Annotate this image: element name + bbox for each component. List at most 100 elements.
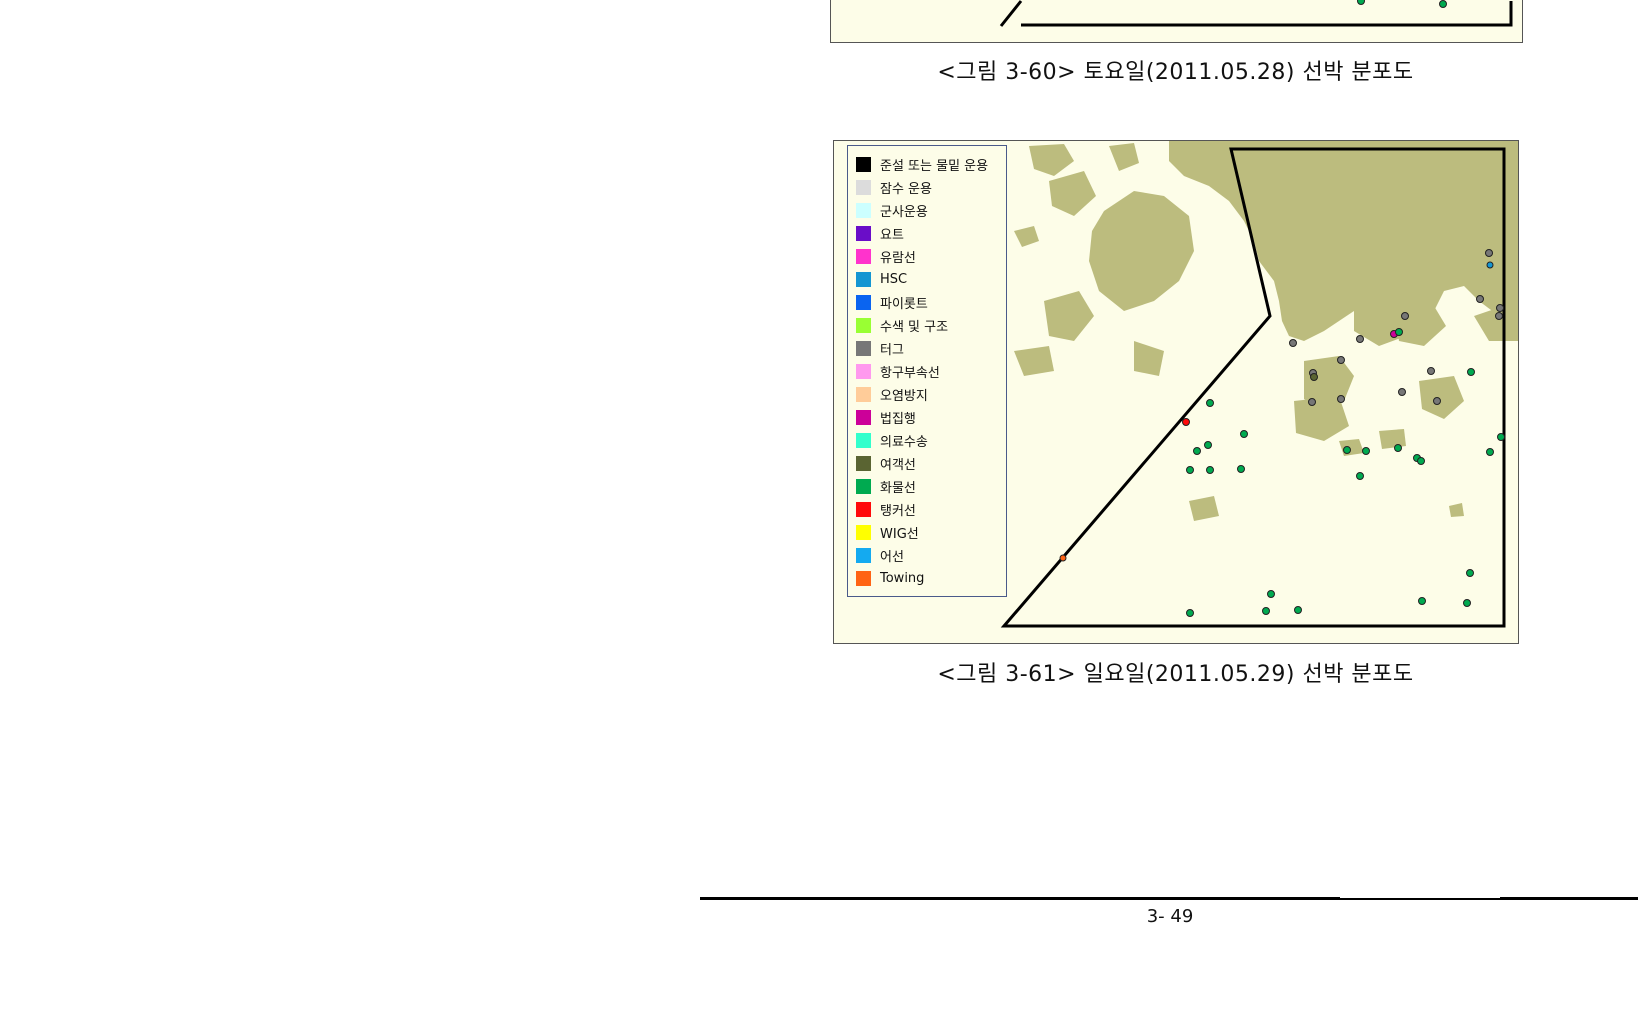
land-islet bbox=[1029, 144, 1074, 176]
land-islet bbox=[1339, 439, 1364, 456]
legend-item: 화물선 bbox=[848, 475, 1006, 498]
vessel-marker-cargo bbox=[1394, 444, 1402, 452]
vessel-marker-cargo bbox=[1262, 607, 1270, 615]
legend-swatch bbox=[856, 180, 871, 195]
legend-swatch bbox=[856, 157, 871, 172]
legend-item: 의료수송 bbox=[848, 429, 1006, 452]
vessel-marker-tug bbox=[1356, 335, 1364, 343]
vessel-marker-tug bbox=[1496, 304, 1504, 312]
land-islet bbox=[1014, 346, 1054, 376]
map-legend: 준설 또는 물밑 운용 잠수 운용 군사운용 요트 유람선 HSC 파이롯트 수색 및 구조 터… bbox=[847, 145, 1007, 597]
legend-item: 탱커선 bbox=[848, 498, 1006, 521]
legend-label: 요트 bbox=[880, 228, 904, 243]
legend-item: 터그 bbox=[848, 337, 1006, 360]
vessel-marker-cargo bbox=[1193, 447, 1201, 455]
vessel-marker-cargo bbox=[1343, 446, 1351, 454]
vessel-marker-cargo bbox=[1497, 433, 1505, 441]
land-islet bbox=[1049, 171, 1096, 216]
legend-label: 군사운용 bbox=[880, 205, 928, 220]
legend-swatch bbox=[856, 502, 871, 517]
vessel-marker-cargo bbox=[1417, 457, 1425, 465]
figure-caption-3-60: <그림 3-60> 토요일(2011.05.28) 선박 분포도 bbox=[937, 60, 1414, 85]
page-number: 3- 49 bbox=[1146, 906, 1194, 927]
legend-item: Towing bbox=[848, 567, 1006, 590]
legend-label: 파이롯트 bbox=[880, 297, 928, 312]
legend-label: 항구부속선 bbox=[880, 366, 940, 381]
vessel-marker-towing bbox=[1059, 554, 1067, 562]
land-east-island bbox=[1419, 376, 1464, 419]
legend-item: WIG선 bbox=[848, 521, 1006, 544]
map-3-60-canvas bbox=[999, 0, 1513, 27]
legend-item: 요트 bbox=[848, 222, 1006, 245]
vessel-marker-cargo bbox=[1463, 599, 1471, 607]
map-figure-3-61: 준설 또는 물밑 운용 잠수 운용 군사운용 요트 유람선 HSC 파이롯트 수색 및 구조 터… bbox=[833, 140, 1519, 644]
vessel-marker-cargo bbox=[1294, 606, 1302, 614]
legend-swatch bbox=[856, 548, 871, 563]
legend-swatch bbox=[856, 410, 871, 425]
legend-label: 화물선 bbox=[880, 481, 916, 496]
legend-swatch bbox=[856, 433, 871, 448]
land-central-island bbox=[1394, 306, 1446, 346]
legend-swatch bbox=[856, 295, 871, 310]
legend-item: HSC bbox=[848, 268, 1006, 291]
vessel-marker-cargo bbox=[1467, 368, 1475, 376]
land-islet bbox=[1044, 291, 1094, 341]
legend-item: 법집행 bbox=[848, 406, 1006, 429]
legend-label: 법집행 bbox=[880, 412, 916, 427]
legend-swatch bbox=[856, 203, 871, 218]
vessel-marker-cargo bbox=[1237, 465, 1245, 473]
legend-label: 탱커선 bbox=[880, 504, 916, 519]
legend-label: 준설 또는 물밑 운용 bbox=[880, 159, 989, 174]
vessel-marker-tug bbox=[1401, 312, 1409, 320]
legend-item: 어선 bbox=[848, 544, 1006, 567]
legend-swatch bbox=[856, 249, 871, 264]
vessel-marker-tug bbox=[1433, 397, 1441, 405]
vessel-marker-cargo bbox=[1356, 472, 1364, 480]
figure-caption-3-61: <그림 3-61> 일요일(2011.05.29) 선박 분포도 bbox=[937, 662, 1414, 687]
land-islet bbox=[1134, 341, 1164, 376]
legend-swatch bbox=[856, 272, 871, 287]
legend-label: WIG선 bbox=[880, 527, 919, 542]
footer-rule bbox=[1500, 897, 1638, 900]
land-islet bbox=[1189, 496, 1219, 521]
legend-label: Towing bbox=[880, 571, 925, 586]
vessel-marker-cargo bbox=[1186, 609, 1194, 617]
vessel-marker-cargo bbox=[1186, 466, 1194, 474]
legend-swatch bbox=[856, 525, 871, 540]
legend-item: 여객선 bbox=[848, 452, 1006, 475]
vessel-marker-tanker bbox=[1182, 418, 1190, 426]
vessel-marker-tug bbox=[1308, 398, 1316, 406]
legend-swatch bbox=[856, 387, 871, 402]
land-islet bbox=[1449, 503, 1464, 517]
land-islet bbox=[1109, 143, 1139, 171]
land-mainland bbox=[1169, 141, 1518, 341]
vessel-marker-tug bbox=[1495, 312, 1503, 320]
vessel-marker-cargo bbox=[1204, 441, 1212, 449]
vessel-marker-passenger bbox=[1310, 373, 1318, 381]
legend-item: 준설 또는 물밑 운용 bbox=[848, 153, 1006, 176]
legend-swatch bbox=[856, 456, 871, 471]
legend-item: 오염방지 bbox=[848, 383, 1006, 406]
vessel-marker-tug bbox=[1427, 367, 1435, 375]
legend-swatch bbox=[856, 341, 871, 356]
footer-rule bbox=[700, 897, 1340, 900]
vessel-marker-tug bbox=[1485, 249, 1493, 257]
vessel-marker-cargo bbox=[1362, 447, 1370, 455]
legend-label: 터그 bbox=[880, 343, 904, 358]
legend-swatch bbox=[856, 318, 871, 333]
legend-label: HSC bbox=[880, 272, 908, 287]
legend-swatch bbox=[856, 226, 871, 241]
legend-item: 잠수 운용 bbox=[848, 176, 1006, 199]
legend-swatch bbox=[856, 479, 871, 494]
land-west-island bbox=[1089, 191, 1194, 311]
vessel-marker-cargo bbox=[1418, 597, 1426, 605]
survey-boundary-line bbox=[999, 0, 1513, 27]
vessel-marker-cargo bbox=[1206, 466, 1214, 474]
legend-swatch bbox=[856, 571, 871, 586]
legend-swatch bbox=[856, 364, 871, 379]
land-islet bbox=[1379, 429, 1406, 449]
vessel-marker-cargo bbox=[1486, 448, 1494, 456]
vessel-marker-cargo bbox=[1206, 399, 1214, 407]
legend-item: 군사운용 bbox=[848, 199, 1006, 222]
map-figure-3-60 bbox=[830, 0, 1523, 43]
